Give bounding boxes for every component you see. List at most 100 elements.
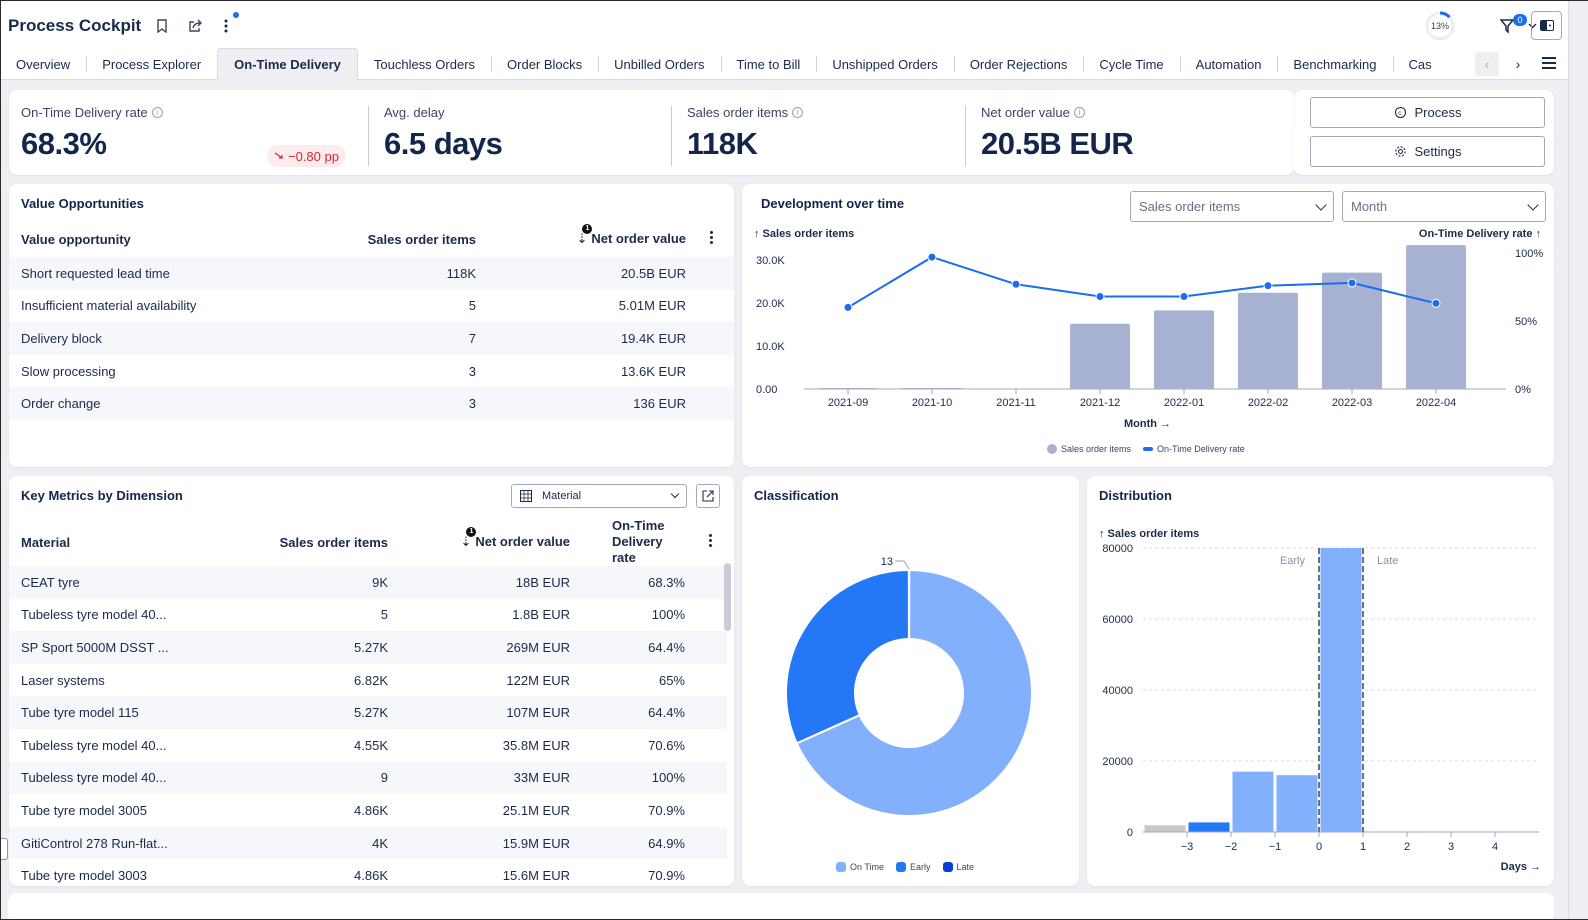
divider (368, 106, 369, 166)
info-icon[interactable]: i (1073, 107, 1085, 118)
line-point (1179, 292, 1189, 302)
table-row[interactable]: Tube tyre model 115 5.27K 107M EUR 64.4% (9, 696, 727, 729)
sort-descending-icon[interactable]: ⇣ 1 (460, 527, 477, 550)
table-cell: 107M EUR (400, 696, 582, 729)
trend-down-icon (274, 152, 283, 159)
table-menu-icon[interactable] (709, 532, 713, 549)
legend-item[interactable]: On Time (836, 862, 884, 872)
tab-touchless-orders[interactable]: Touchless Orders (358, 48, 491, 80)
table-row[interactable]: CEAT tyre 9K 18B EUR 68.3% (9, 566, 727, 599)
table-cell: Tubeless tyre model 40... (9, 761, 220, 795)
settings-button[interactable]: Settings (1310, 136, 1545, 167)
legend-item[interactable]: On-Time Delivery rate (1143, 444, 1245, 454)
tab-process-explorer[interactable]: Process Explorer (86, 48, 217, 80)
info-icon[interactable]: i (151, 107, 163, 118)
legend-item[interactable]: Late (942, 862, 974, 872)
table-row[interactable]: Order change 3 136 EUR (9, 387, 734, 420)
gear-icon (1394, 146, 1406, 157)
tab-scroll-left-button[interactable]: ‹ (1475, 52, 1499, 76)
bar-sales-order-items (902, 388, 962, 389)
y-tick-label: 40000 (1102, 685, 1133, 697)
column-header-sorted[interactable]: ⇣ 1 Net order value (400, 518, 582, 566)
classification-donut-chart: 13 (785, 556, 1033, 817)
slice-annotation: 13 (881, 556, 893, 568)
column-header-sorted[interactable]: ⇣ 1 Net order value (488, 221, 698, 257)
table-cell: 64.9% (582, 826, 697, 860)
tab-benchmarking[interactable]: Benchmarking (1277, 48, 1392, 80)
table-row[interactable]: GitiControl 278 Run-flat... 4K 15.9M EUR 64… (9, 826, 727, 860)
tab-overview[interactable]: Overview (0, 48, 86, 80)
table-row[interactable]: Slow processing 3 13.6K EUR (9, 355, 734, 388)
kpi-delta-badge: −0.80 pp (267, 145, 346, 167)
table-row[interactable]: SP Sport 5000M DSST ... 5.27K 269M EUR 64.4… (9, 631, 727, 664)
histogram-bar (1232, 771, 1274, 832)
table-cell: 100% (582, 761, 697, 795)
side-panel-handle[interactable] (0, 838, 8, 860)
menu-icon[interactable] (1542, 54, 1560, 74)
bookmark-icon[interactable] (152, 16, 172, 36)
tab-order-rejections[interactable]: Order Rejections (953, 48, 1084, 80)
line-point (843, 302, 853, 312)
table-row[interactable]: Insufficient material availability 5 5.01M… (9, 290, 734, 323)
panel-toggle-button[interactable] (1531, 11, 1562, 40)
key-metrics-table: Material Sales order items ⇣ 1 Net order v… (9, 518, 727, 886)
tab-automation[interactable]: Automation (1179, 48, 1278, 80)
table-row[interactable]: Tubeless tyre model 40... 5 1.8B EUR 100% (9, 599, 727, 632)
table-row[interactable]: Laser systems 6.82K 122M EUR 65% (9, 664, 727, 697)
chevron-down-icon (670, 489, 680, 499)
sort-descending-icon[interactable]: ⇣ 1 (576, 224, 593, 247)
svg-text:c: c (1398, 111, 1401, 117)
progress-ring[interactable]: 13% (1424, 10, 1456, 47)
open-external-button[interactable] (696, 484, 720, 508)
tab-time-to-bill[interactable]: Time to Bill (720, 48, 817, 80)
table-cell: 65% (658, 672, 685, 688)
table-cell: Order change (9, 387, 288, 420)
table-row[interactable]: Short requested lead time 118K 20.5B EUR (9, 257, 734, 290)
table-scrollbar[interactable] (724, 563, 731, 631)
table-menu-icon[interactable] (710, 229, 714, 246)
column-header[interactable]: Material (9, 518, 220, 566)
table-cell: 5 (380, 607, 388, 623)
page-scrollbar[interactable] (1568, 0, 1588, 920)
donut-slice-early (785, 568, 910, 745)
table-cell: Laser systems (21, 672, 105, 688)
tab-order-blocks[interactable]: Order Blocks (491, 48, 598, 80)
process-button[interactable]: c Process (1310, 97, 1545, 128)
column-header[interactable]: Value opportunity (9, 221, 288, 257)
x-tick-label: 3 (1448, 841, 1454, 853)
tab-cas[interactable]: Cas (1392, 48, 1445, 80)
info-icon[interactable]: i (792, 107, 804, 118)
tab-unshipped-orders[interactable]: Unshipped Orders (816, 48, 954, 80)
table-cell: Tube tyre model 115 (9, 696, 220, 729)
x-tick-label: −1 (1269, 841, 1282, 853)
tab-bar: Overview Process Explorer On-Time Delivery… (0, 48, 1445, 80)
table-row[interactable]: Tube tyre model 3005 4.86K 25.1M EUR 70.9% (9, 794, 727, 827)
table-cell: 3 (288, 387, 488, 420)
x-tick-label: −3 (1181, 841, 1194, 853)
share-icon[interactable] (185, 16, 205, 36)
table-row[interactable]: Tube tyre model 3003 4.86K 15.6M EUR 70.9% (9, 859, 727, 886)
tab-scroll-right-button[interactable]: › (1506, 52, 1530, 76)
table-cell: 122M EUR (506, 672, 570, 688)
legend-item[interactable]: Early (896, 862, 931, 872)
column-header[interactable]: Sales order items (220, 518, 400, 566)
y-right-tick-label: 100% (1515, 248, 1543, 260)
table-row[interactable]: Tubeless tyre model 40... 9 33M EUR 100% (9, 761, 727, 795)
legend-item[interactable]: Sales order items (1047, 444, 1131, 454)
x-tick-label: 2021-09 (828, 397, 868, 409)
table-row[interactable]: Delivery block 7 19.4K EUR (9, 322, 734, 355)
dimension-select[interactable]: Material (511, 484, 687, 508)
tab-cycle-time[interactable]: Cycle Time (1083, 48, 1179, 80)
column-header[interactable]: On-Time Delivery rate (582, 518, 697, 566)
x-tick-label: 2022-02 (1248, 397, 1288, 409)
table-cell: 35.8M EUR (502, 737, 570, 753)
table-cell: 4.86K (354, 868, 388, 884)
bar-sales-order-items (1154, 310, 1214, 389)
column-header[interactable]: Sales order items (288, 221, 488, 257)
tab-unbilled-orders[interactable]: Unbilled Orders (598, 48, 720, 80)
x-tick-label: 1 (1360, 841, 1366, 853)
tab-on-time-delivery[interactable]: On-Time Delivery (217, 48, 358, 80)
more-vertical-icon[interactable] (216, 16, 236, 36)
table-row[interactable]: Tubeless tyre model 40... 4.55K 35.8M EUR 7… (9, 729, 727, 762)
divider (965, 106, 966, 166)
